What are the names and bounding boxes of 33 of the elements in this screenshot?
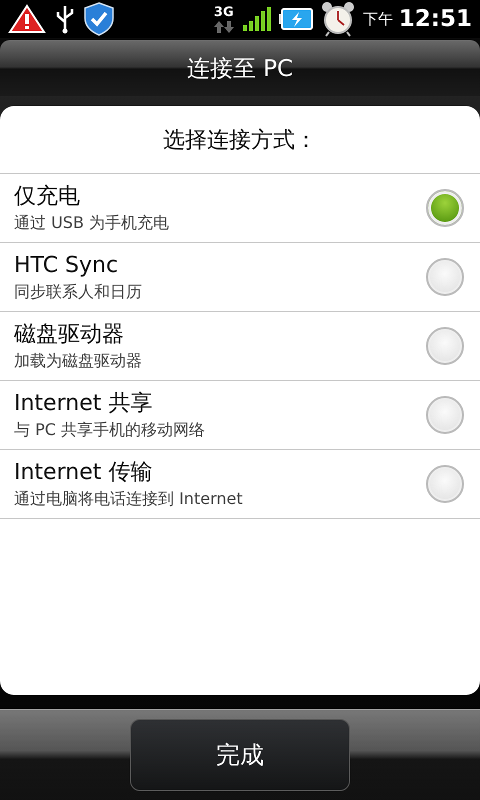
option-row[interactable]: 磁盘驱动器 加载为磁盘驱动器 xyxy=(0,312,480,381)
done-button[interactable]: 完成 xyxy=(130,719,350,791)
clock-time: 12:51 xyxy=(398,6,472,32)
option-row[interactable]: 仅充电 通过 USB 为手机充电 xyxy=(0,174,480,243)
option-subtitle: 加载为磁盘驱动器 xyxy=(14,350,143,372)
radio-button[interactable] xyxy=(426,327,464,365)
shield-icon xyxy=(84,2,114,36)
option-row[interactable]: Internet 传输 通过电脑将电话连接到 Internet xyxy=(0,450,480,519)
option-row[interactable]: Internet 共享 与 PC 共享手机的移动网络 xyxy=(0,381,480,450)
warning-icon xyxy=(8,4,46,34)
time-period: 下午 xyxy=(362,10,393,28)
radio-button[interactable] xyxy=(426,189,464,227)
radio-button[interactable] xyxy=(426,396,464,434)
option-title: Internet 传输 xyxy=(14,459,154,487)
usb-icon xyxy=(54,4,76,34)
data-arrows-icon xyxy=(212,20,235,32)
option-title: 仅充电 xyxy=(14,183,81,211)
option-subtitle: 同步联系人和日历 xyxy=(14,281,143,303)
signal-icon xyxy=(242,7,271,31)
dialog-heading: 选择连接方式： xyxy=(0,106,480,174)
option-title: Internet 共享 xyxy=(14,390,154,418)
option-subtitle: 与 PC 共享手机的移动网络 xyxy=(14,419,206,441)
radio-button[interactable] xyxy=(426,258,464,296)
option-title: HTC Sync xyxy=(14,252,120,280)
option-title: 磁盘驱动器 xyxy=(14,321,125,349)
window-title: 连接至 PC xyxy=(186,54,294,84)
battery-charging-icon xyxy=(278,8,313,30)
option-row[interactable]: HTC Sync 同步联系人和日历 xyxy=(0,243,480,312)
option-subtitle: 通过 USB 为手机充电 xyxy=(14,212,170,234)
network-type: 3G xyxy=(214,6,234,20)
alarm-clock-icon xyxy=(320,1,355,37)
radio-button[interactable] xyxy=(426,465,464,503)
option-subtitle: 通过电脑将电话连接到 Internet xyxy=(14,488,244,510)
